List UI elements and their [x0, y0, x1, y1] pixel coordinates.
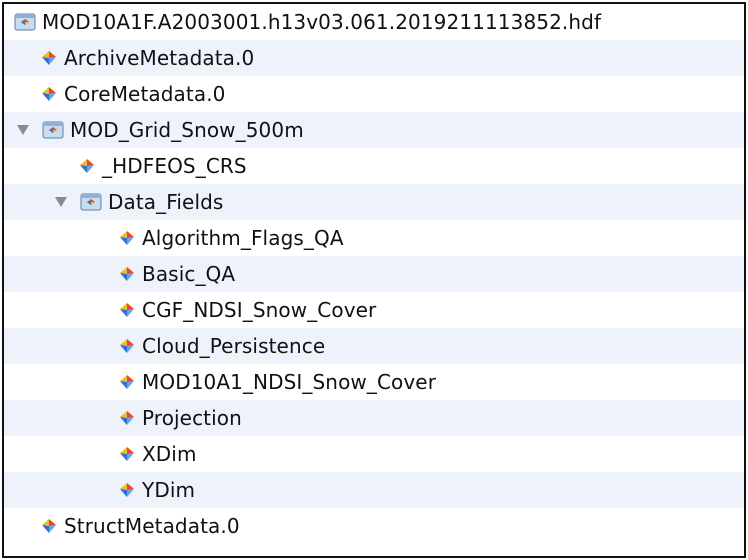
- dataset-icon: [118, 265, 136, 283]
- tree-row-field[interactable]: Cloud_Persistence: [4, 328, 744, 364]
- tree-row-grid-group[interactable]: MOD_Grid_Snow_500m: [4, 112, 744, 148]
- tree-row-data-fields-group[interactable]: Data_Fields: [4, 184, 744, 220]
- tree-label-field: CGF_NDSI_Snow_Cover: [142, 298, 377, 322]
- dataset-icon: [118, 337, 136, 355]
- tree-label-root-file: MOD10A1F.A2003001.h13v03.061.20192111138…: [42, 10, 602, 34]
- dataset-icon: [118, 409, 136, 427]
- tree-label-data-fields-group: Data_Fields: [108, 190, 224, 214]
- tree-row-field[interactable]: MOD10A1_NDSI_Snow_Cover: [4, 364, 744, 400]
- dataset-icon: [118, 301, 136, 319]
- dataset-icon: [118, 481, 136, 499]
- tree-row-field[interactable]: YDim: [4, 472, 744, 508]
- tree-row-archive-metadata[interactable]: ArchiveMetadata.0: [4, 40, 744, 76]
- tree-row-field[interactable]: Basic_QA: [4, 256, 744, 292]
- tree-row-root-file[interactable]: MOD10A1F.A2003001.h13v03.061.20192111138…: [4, 4, 744, 40]
- dataset-icon: [118, 445, 136, 463]
- hdf-tree-view: MOD10A1F.A2003001.h13v03.061.20192111138…: [2, 2, 746, 558]
- tree-row-field[interactable]: CGF_NDSI_Snow_Cover: [4, 292, 744, 328]
- tree-label-field: XDim: [142, 442, 197, 466]
- tree-label-archive-metadata: ArchiveMetadata.0: [64, 46, 255, 70]
- tree-label-core-metadata: CoreMetadata.0: [64, 82, 226, 106]
- tree-row-core-metadata[interactable]: CoreMetadata.0: [4, 76, 744, 112]
- tree-label-field: YDim: [142, 478, 196, 502]
- tree-row-field[interactable]: XDim: [4, 436, 744, 472]
- tree-row-struct-metadata[interactable]: StructMetadata.0: [4, 508, 744, 544]
- hdf-file-icon: [14, 12, 36, 32]
- dataset-icon: [40, 49, 58, 67]
- dataset-icon: [118, 229, 136, 247]
- tree-label-field: Algorithm_Flags_QA: [142, 226, 344, 250]
- tree-row-field[interactable]: Algorithm_Flags_QA: [4, 220, 744, 256]
- tree-label-struct-metadata: StructMetadata.0: [64, 514, 240, 538]
- dataset-icon: [78, 157, 96, 175]
- dataset-icon: [40, 85, 58, 103]
- disclosure-expanded-icon[interactable]: [16, 123, 30, 137]
- group-folder-icon: [42, 120, 64, 140]
- tree-label-hdfeos-crs: _HDFEOS_CRS: [102, 154, 247, 178]
- tree-label-field: Projection: [142, 406, 242, 430]
- tree-label-field: MOD10A1_NDSI_Snow_Cover: [142, 370, 437, 394]
- tree-row-field[interactable]: Projection: [4, 400, 744, 436]
- tree-label-grid-group: MOD_Grid_Snow_500m: [70, 118, 304, 142]
- group-folder-icon: [80, 192, 102, 212]
- dataset-icon: [118, 373, 136, 391]
- tree-label-field: Cloud_Persistence: [142, 334, 326, 358]
- disclosure-expanded-icon[interactable]: [54, 195, 68, 209]
- dataset-icon: [40, 517, 58, 535]
- tree-row-hdfeos-crs[interactable]: _HDFEOS_CRS: [4, 148, 744, 184]
- tree-label-field: Basic_QA: [142, 262, 236, 286]
